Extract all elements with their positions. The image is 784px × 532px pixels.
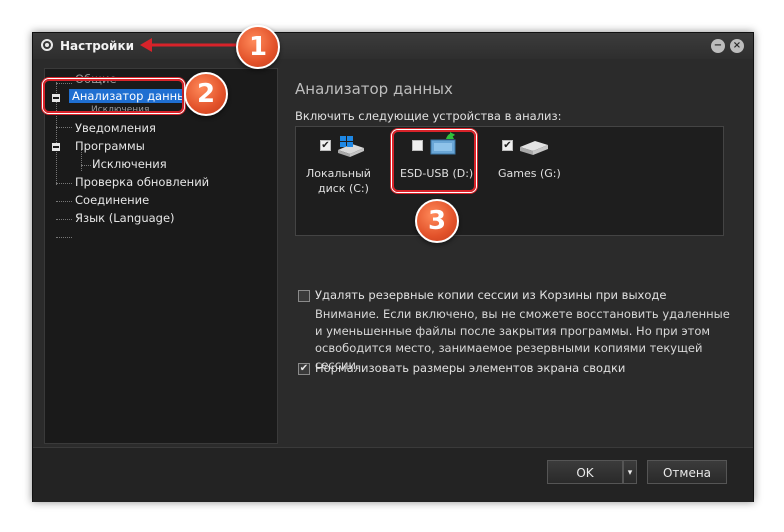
callout-badge-1: 1 [236, 25, 280, 69]
callout-badge-2: 2 [184, 72, 228, 116]
callout-highlight-2 [43, 79, 184, 113]
callout-highlight-3 [392, 130, 476, 192]
callout-badge-3: 3 [415, 199, 459, 243]
